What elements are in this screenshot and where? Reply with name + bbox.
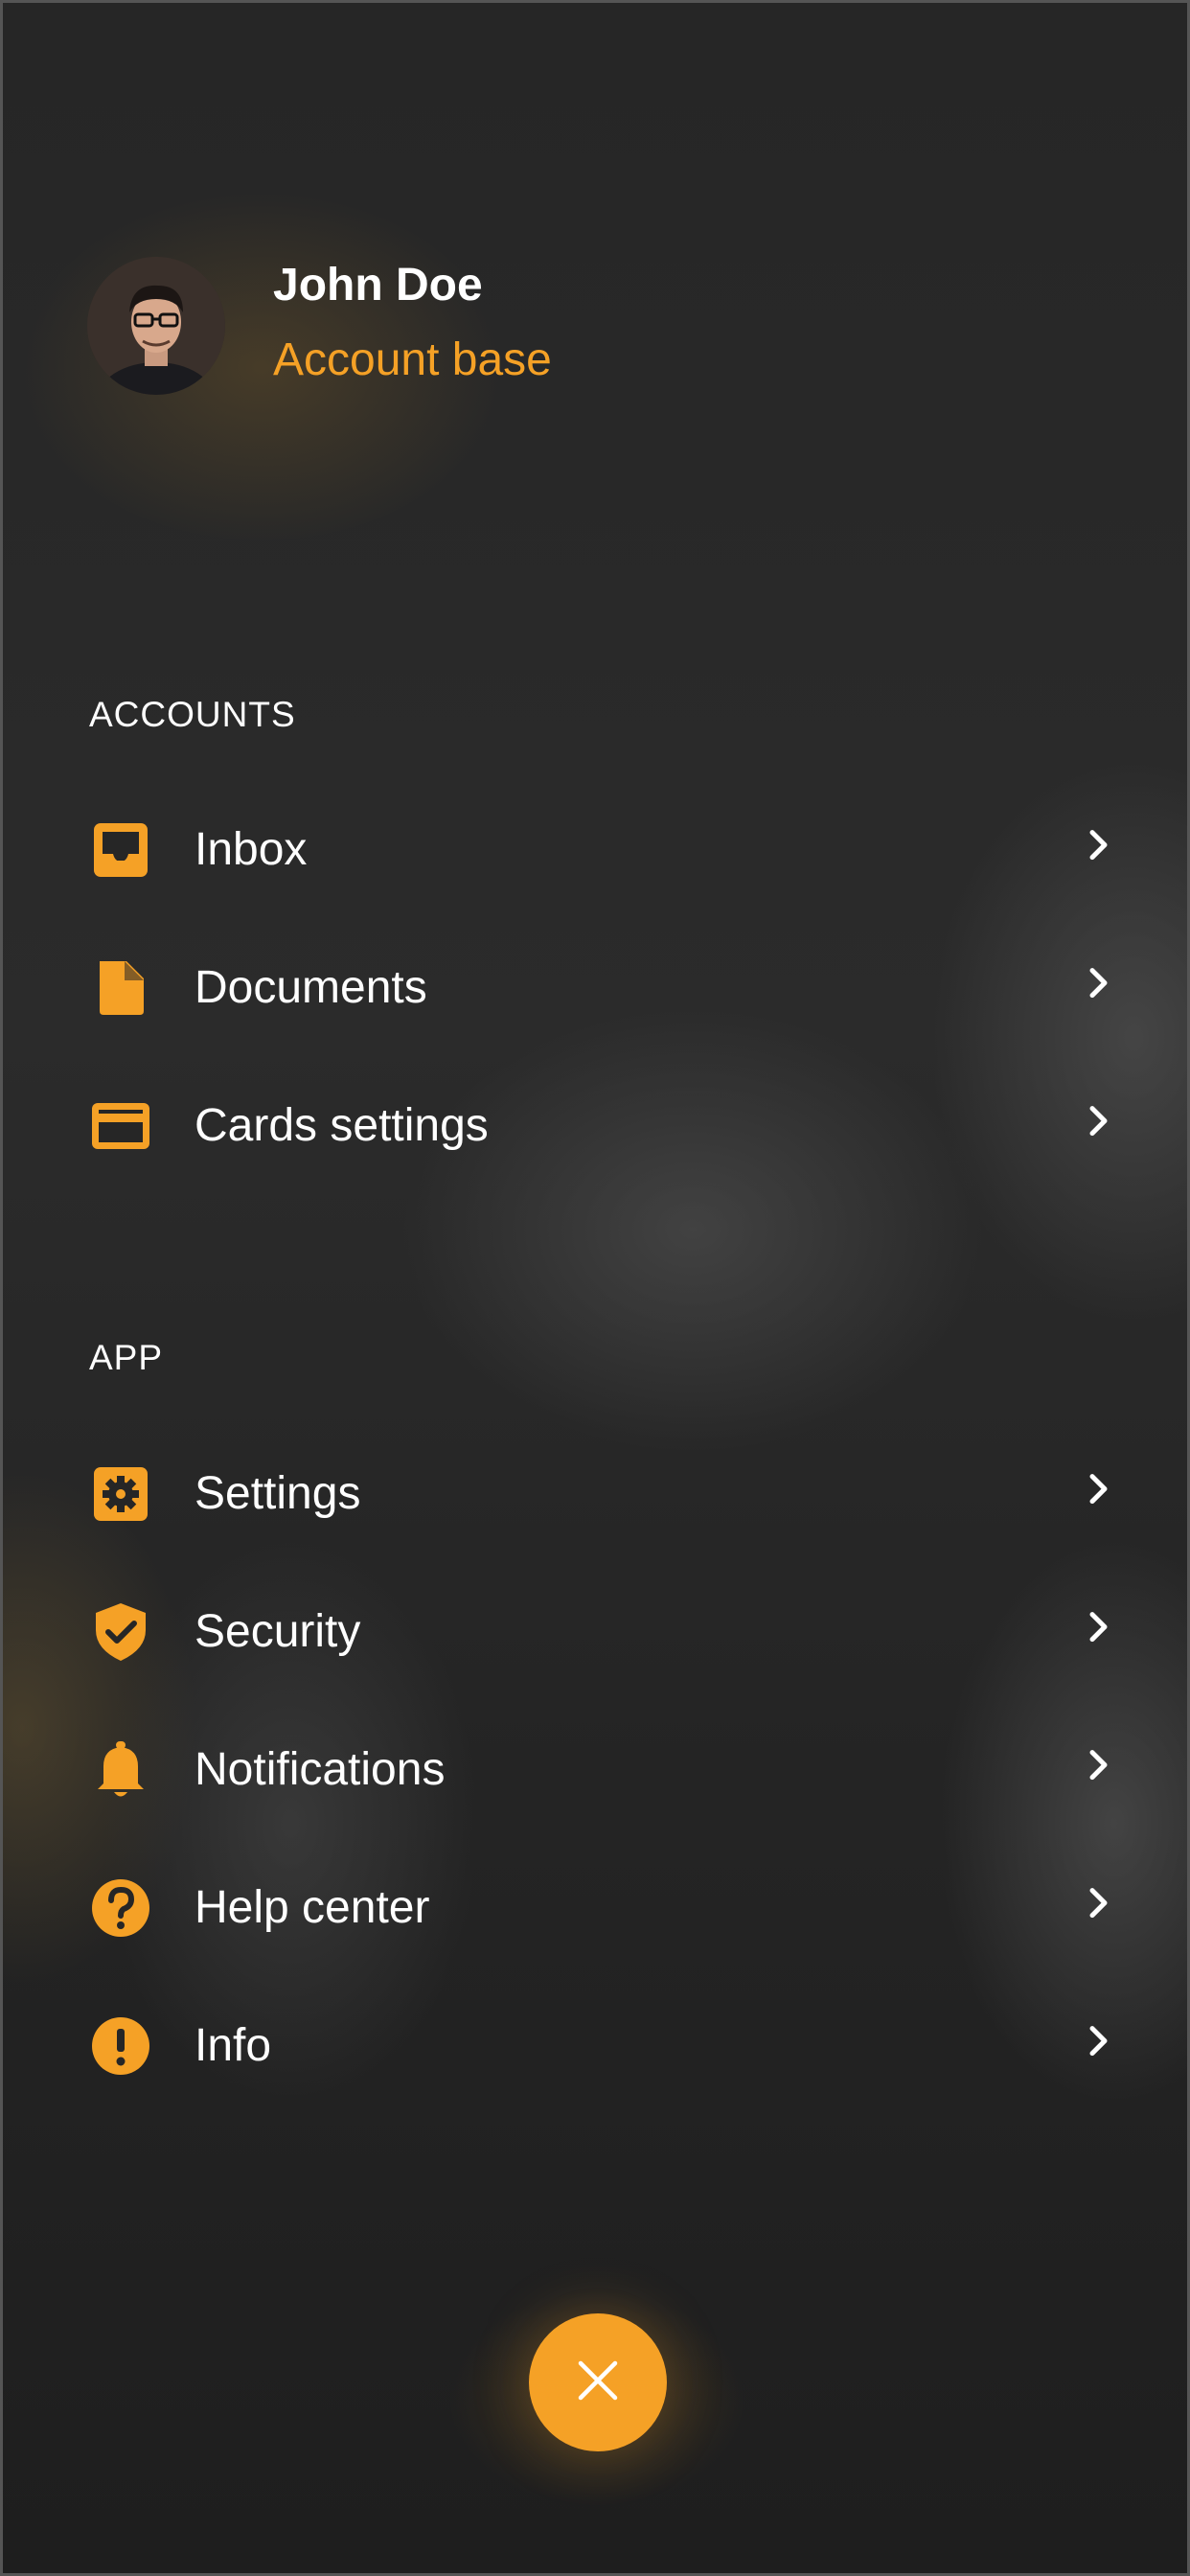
profile-info: John Doe Account base (273, 263, 552, 383)
credit-card-icon (90, 1095, 151, 1157)
chevron-right-icon (1082, 1472, 1116, 1506)
menu-item-settings[interactable]: Settings (3, 1425, 1187, 1563)
chevron-right-icon (1082, 2024, 1116, 2058)
chevron-right-icon (1082, 1748, 1116, 1782)
chevron-right-icon (1082, 966, 1116, 1000)
inbox-icon (90, 819, 151, 881)
alert-circle-icon (90, 2015, 151, 2077)
menu-item-cards-settings[interactable]: Cards settings (3, 1057, 1187, 1195)
menu-item-label: Documents (195, 962, 427, 1013)
chevron-right-icon (1082, 828, 1116, 862)
menu-item-security[interactable]: Security (3, 1563, 1187, 1701)
profile-name: John Doe (273, 260, 483, 310)
gear-icon (90, 1463, 151, 1525)
menu-item-label: Settings (195, 1468, 361, 1519)
menu-item-label: Security (195, 1606, 361, 1657)
menu-item-inbox[interactable]: Inbox (3, 781, 1187, 919)
menu-item-label: Inbox (195, 824, 308, 875)
side-menu-screen: John Doe Account base ACCOUNTS Inbox Doc… (0, 0, 1190, 2576)
section-title-accounts: ACCOUNTS (89, 695, 296, 734)
account-link[interactable]: Account base (273, 337, 552, 383)
menu-item-notifications[interactable]: Notifications (3, 1701, 1187, 1839)
menu-item-documents[interactable]: Documents (3, 919, 1187, 1057)
document-icon (90, 957, 151, 1019)
chevron-right-icon (1082, 1104, 1116, 1138)
accounts-menu: Inbox Documents Cards settings (3, 781, 1187, 1195)
menu-item-label: Cards settings (195, 1100, 489, 1151)
bell-icon (90, 1739, 151, 1801)
help-circle-icon (90, 1877, 151, 1939)
chevron-right-icon (1082, 1610, 1116, 1644)
close-icon (575, 2358, 621, 2408)
menu-item-label: Info (195, 2020, 272, 2071)
section-title-app: APP (89, 1338, 164, 1377)
chevron-right-icon (1082, 1886, 1116, 1920)
menu-item-label: Help center (195, 1882, 430, 1933)
menu-item-help-center[interactable]: Help center (3, 1839, 1187, 1977)
app-menu: Settings Security Notifications Help cen… (3, 1425, 1187, 2115)
close-menu-button[interactable] (529, 2313, 667, 2451)
menu-item-label: Notifications (195, 1744, 446, 1795)
avatar[interactable] (87, 257, 225, 395)
profile-header[interactable]: John Doe Account base (87, 257, 552, 395)
menu-item-info[interactable]: Info (3, 1977, 1187, 2115)
shield-check-icon (90, 1601, 151, 1663)
